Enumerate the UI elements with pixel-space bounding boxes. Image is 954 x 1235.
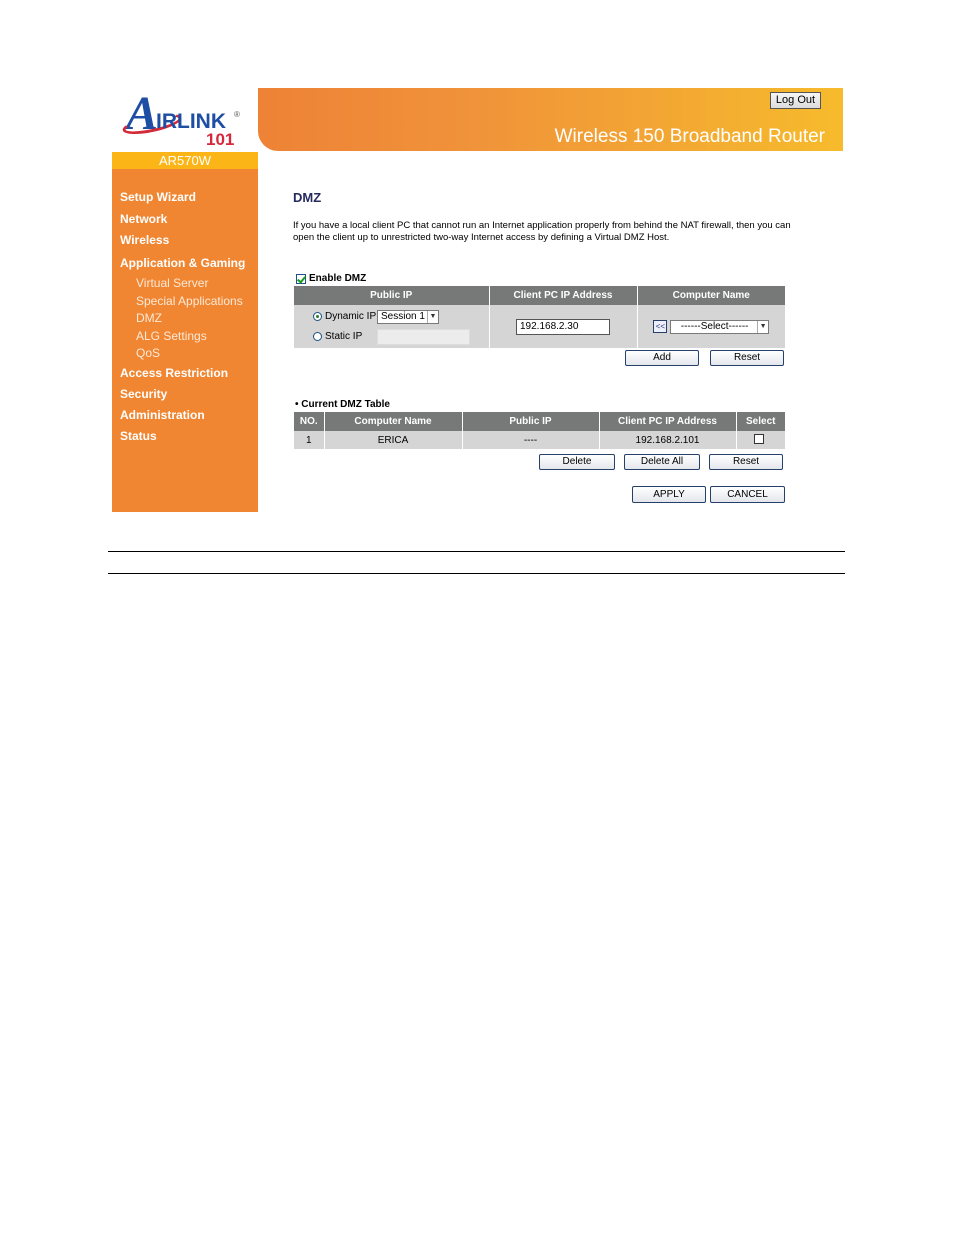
sidebar-item-setup-wizard[interactable]: Setup Wizard — [120, 190, 196, 204]
header-select: Select — [736, 412, 785, 431]
divider-line — [108, 551, 845, 552]
current-dmz-table: NO. Computer Name Public IP Client PC IP… — [294, 412, 785, 449]
header-client-ip: Client PC IP Address — [599, 412, 737, 431]
header-no: NO. — [294, 412, 325, 431]
dynamic-ip-label: Dynamic IP — [325, 311, 377, 322]
sidebar: Setup Wizard Network Wireless Applicatio… — [112, 169, 258, 512]
static-ip-label: Static IP — [325, 331, 363, 342]
sidebar-item-virtual-server[interactable]: Virtual Server — [136, 276, 208, 290]
page-description: If you have a local client PC that canno… — [293, 220, 791, 243]
current-dmz-table-label: • Current DMZ Table — [295, 399, 390, 410]
dmz-form-table: Public IP Client PC IP Address Computer … — [294, 286, 785, 348]
static-ip-radio[interactable] — [313, 332, 322, 341]
sidebar-item-administration[interactable]: Administration — [120, 408, 205, 422]
session-select[interactable]: Session 1 ▼ — [377, 309, 439, 324]
sidebar-item-security[interactable]: Security — [120, 387, 167, 401]
logo-number: 101 — [206, 130, 235, 149]
apply-button[interactable]: APPLY — [632, 486, 706, 503]
header-client-ip: Client PC IP Address — [489, 286, 638, 305]
computer-name-select[interactable]: ------Select------ ▼ — [670, 319, 770, 334]
copy-computer-button[interactable]: << — [653, 320, 668, 333]
sidebar-item-alg-settings[interactable]: ALG Settings — [136, 329, 207, 343]
enable-dmz-label: Enable DMZ — [309, 273, 367, 284]
computer-name-select-value: ------Select------ — [680, 321, 749, 332]
reset-table-button[interactable]: Reset — [709, 454, 783, 470]
sidebar-item-status[interactable]: Status — [120, 429, 157, 443]
row-computer-name: ERICA — [324, 431, 463, 449]
add-button[interactable]: Add — [625, 350, 699, 366]
delete-all-button[interactable]: Delete All — [624, 454, 700, 470]
public-ip-cell: Dynamic IP Session 1 ▼ Static IP — [294, 305, 490, 348]
header-public-ip: Public IP — [462, 412, 600, 431]
logout-button[interactable]: Log Out — [770, 92, 821, 109]
row-public-ip: ---- — [462, 431, 600, 449]
enable-dmz-row: Enable DMZ — [296, 273, 366, 284]
chevron-down-icon: ▼ — [757, 320, 768, 333]
sidebar-item-network[interactable]: Network — [120, 212, 167, 226]
row-select-checkbox[interactable] — [754, 433, 765, 444]
dynamic-ip-radio[interactable] — [313, 312, 322, 321]
model-label: AR570W — [112, 152, 258, 169]
sidebar-item-dmz[interactable]: DMZ — [136, 311, 162, 325]
enable-dmz-checkbox[interactable] — [296, 273, 306, 284]
page-title: DMZ — [293, 190, 322, 205]
logo-registered-mark: ® — [234, 110, 240, 119]
header-computer-name: Computer Name — [637, 286, 785, 305]
sidebar-item-wireless[interactable]: Wireless — [120, 233, 169, 247]
sidebar-item-special-applications[interactable]: Special Applications — [136, 294, 243, 308]
delete-button[interactable]: Delete — [539, 454, 615, 470]
sidebar-item-access-restriction[interactable]: Access Restriction — [120, 366, 228, 380]
session-select-value: Session 1 — [381, 311, 425, 322]
chevron-down-icon: ▼ — [427, 310, 438, 323]
sidebar-item-application-gaming[interactable]: Application & Gaming — [120, 256, 245, 270]
table-row: 1 ERICA ---- 192.168.2.101 — [294, 431, 785, 449]
row-client-ip: 192.168.2.101 — [599, 431, 737, 449]
airlink-logo: A IRLINK ® 101 — [112, 88, 258, 152]
row-no: 1 — [294, 431, 325, 449]
computer-name-cell: << ------Select------ ▼ — [637, 305, 785, 348]
divider-line — [108, 573, 845, 574]
cancel-button[interactable]: CANCEL — [710, 486, 785, 503]
header-banner: Wireless 150 Broadband Router — [258, 88, 843, 151]
client-ip-cell: 192.168.2.30 — [489, 305, 638, 348]
header-public-ip: Public IP — [294, 286, 490, 305]
client-ip-input[interactable]: 192.168.2.30 — [516, 318, 610, 335]
reset-form-button[interactable]: Reset — [710, 350, 784, 366]
product-title: Wireless 150 Broadband Router — [554, 126, 825, 147]
sidebar-item-qos[interactable]: QoS — [136, 346, 160, 360]
header-computer-name: Computer Name — [324, 412, 463, 431]
row-select-cell — [736, 431, 785, 449]
static-ip-input[interactable] — [377, 328, 470, 345]
